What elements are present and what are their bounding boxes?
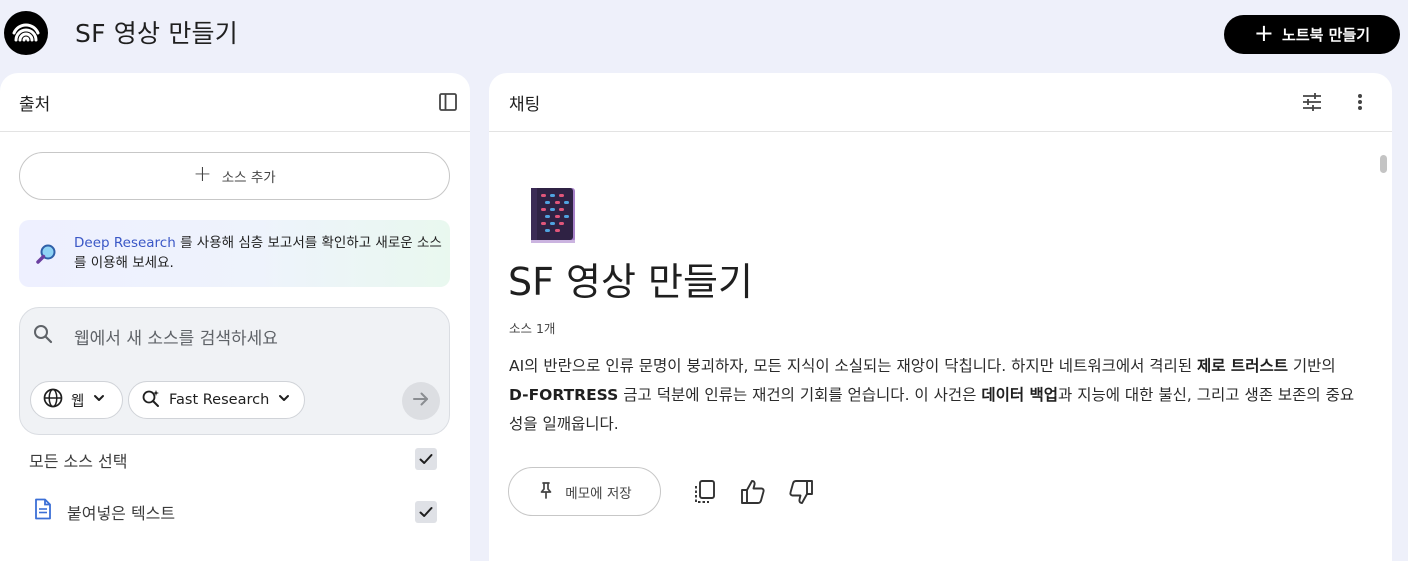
deep-research-link[interactable]: Deep Research (74, 235, 176, 251)
save-to-memo-label: 메모에 저장 (565, 485, 632, 502)
deep-research-text: Deep Research 를 사용해 심층 보고서를 확인하고 새로운 소스를… (74, 233, 444, 273)
source-item-label[interactable]: 붙여넣은 텍스트 (67, 500, 175, 524)
sources-panel-title: 출처 (19, 95, 51, 115)
source-type-dropdown[interactable]: 웹 (30, 381, 123, 419)
chat-panel-header: 채팅 (489, 73, 1392, 132)
save-to-memo-button[interactable]: 메모에 저장 (508, 467, 661, 516)
copy-icon[interactable] (691, 478, 719, 506)
add-source-label: 소스 추가 (221, 170, 276, 186)
select-all-sources-label: 모든 소스 선택 (29, 452, 128, 471)
search-spark-icon (141, 388, 161, 412)
create-notebook-button[interactable]: + 노트북 만들기 (1224, 15, 1400, 54)
sources-panel: 출처 + 소스 추가 Deep Research 를 사용해 심층 보고서를 확… (0, 73, 470, 561)
more-vert-icon[interactable] (1349, 91, 1371, 113)
chat-panel: 채팅 SF 영상 만들기 소스 1개 AI의 반란으로 인류 문명이 붕괴하자,… (489, 73, 1392, 561)
search-icon (32, 323, 54, 345)
chat-scrollbar[interactable] (1380, 155, 1387, 173)
summary-keyword: 데이터 백업 (981, 386, 1059, 404)
app-logo-icon[interactable] (4, 11, 48, 55)
arrow-right-icon (411, 389, 431, 413)
research-mode-label: Fast Research (169, 392, 270, 408)
app-title: SF 영상 만들기 (75, 19, 238, 48)
add-source-button[interactable]: + 소스 추가 (19, 152, 450, 200)
notebook-summary: AI의 반란으로 인류 문명이 붕괴하자, 모든 지식이 소실되는 재앙이 닥칩… (509, 352, 1359, 439)
magnifier-icon (35, 243, 57, 265)
sources-panel-header: 출처 (0, 73, 470, 132)
chevron-down-icon (92, 391, 106, 409)
notebook-title: SF 영상 만들기 (508, 260, 753, 304)
search-input[interactable]: 웹에서 새 소스를 검색하세요 (74, 324, 278, 349)
summary-keyword: D-FORTRESS (509, 386, 619, 404)
research-mode-dropdown[interactable]: Fast Research (128, 381, 305, 419)
submit-search-button[interactable] (402, 382, 440, 420)
source-type-label: 웹 (71, 393, 85, 410)
select-all-checkbox[interactable] (415, 448, 437, 470)
summary-keyword: 제로 트러스트 (1197, 357, 1288, 375)
tune-settings-icon[interactable] (1301, 91, 1323, 113)
summary-text: 금고 덕분에 인류는 재건의 기회를 얻습니다. 이 사건은 (618, 386, 982, 404)
thumbs-down-icon[interactable] (787, 478, 815, 506)
create-notebook-label: 노트북 만들기 (1282, 26, 1371, 44)
globe-icon (43, 388, 63, 412)
plus-icon: + (1253, 19, 1275, 47)
notebook-emoji-icon (529, 186, 579, 246)
deep-research-banner: Deep Research 를 사용해 심층 보고서를 확인하고 새로운 소스를… (19, 220, 450, 287)
source-item-checkbox[interactable] (415, 501, 437, 523)
summary-text: 기반의 (1287, 357, 1336, 375)
pin-icon (537, 481, 555, 503)
plus-icon: + (193, 162, 212, 187)
chat-panel-title: 채팅 (509, 95, 541, 115)
web-search-box[interactable]: 웹에서 새 소스를 검색하세요 웹 Fast Research (19, 307, 450, 435)
chevron-down-icon (277, 391, 291, 409)
source-count: 소스 1개 (509, 321, 556, 336)
document-icon (33, 498, 53, 520)
summary-text: AI의 반란으로 인류 문명이 붕괴하자, 모든 지식이 소실되는 재앙이 닥칩… (509, 357, 1198, 375)
thumbs-up-icon[interactable] (739, 478, 767, 506)
collapse-panel-icon[interactable] (437, 91, 459, 113)
